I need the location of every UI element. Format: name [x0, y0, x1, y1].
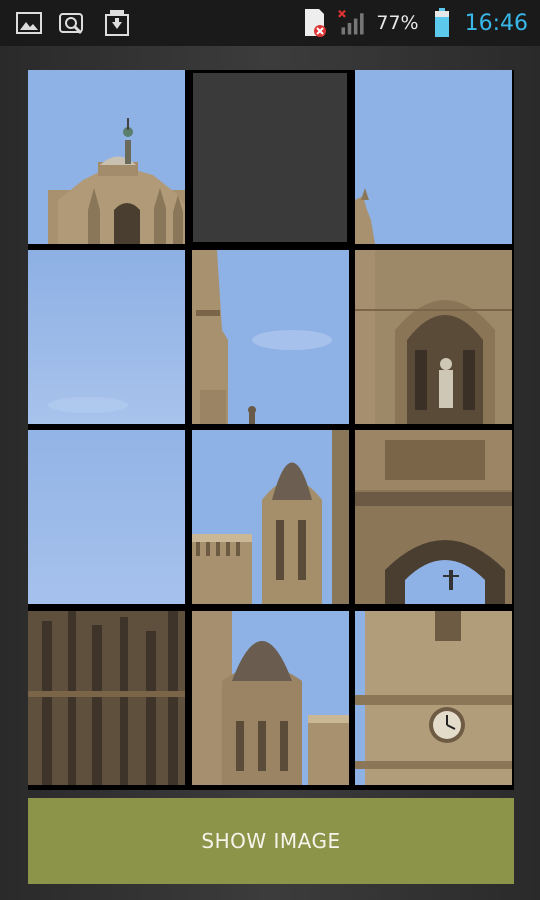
puzzle-tile[interactable] [355, 70, 512, 244]
signal-no-service-icon [338, 8, 368, 38]
puzzle-tile[interactable] [192, 250, 349, 424]
puzzle-tile[interactable] [355, 611, 512, 785]
search-notification-icon [58, 8, 88, 38]
puzzle-board [28, 70, 514, 790]
puzzle-tile[interactable] [192, 611, 349, 785]
clock: 16:46 [464, 10, 528, 36]
puzzle-tile[interactable] [28, 611, 185, 785]
puzzle-tile[interactable] [355, 250, 512, 424]
battery-percent: 77% [376, 12, 419, 34]
puzzle-tile[interactable] [192, 430, 349, 604]
battery-icon [427, 8, 457, 38]
image-notification-icon [14, 8, 44, 38]
puzzle-tile[interactable] [28, 70, 185, 244]
download-notification-icon [102, 8, 132, 38]
puzzle-empty-slot[interactable] [193, 73, 347, 242]
status-bar: 77% 16:46 [0, 0, 540, 46]
sim-card-error-icon [300, 8, 330, 38]
show-image-button[interactable]: SHOW IMAGE [28, 798, 514, 884]
puzzle-screen: SHOW IMAGE [0, 46, 540, 900]
puzzle-tile[interactable] [355, 430, 512, 604]
puzzle-tile[interactable] [28, 250, 185, 424]
puzzle-tile[interactable] [28, 430, 185, 604]
